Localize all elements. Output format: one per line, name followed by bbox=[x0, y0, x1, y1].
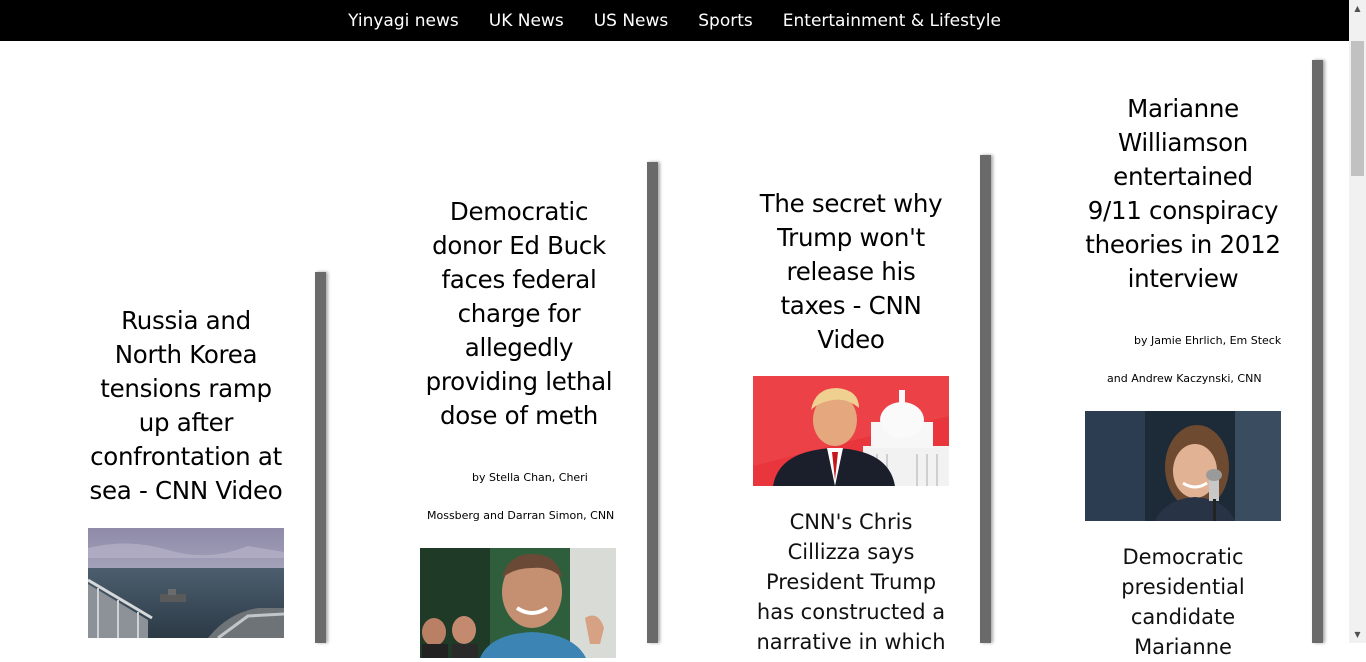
byline-line-1: by Jamie Ehrlich, Em Steck bbox=[1134, 334, 1282, 347]
top-navigation: Yinyagi news UK News US News Sports Ente… bbox=[0, 0, 1349, 41]
byline-line-2: and Andrew Kaczynski, CNN bbox=[1107, 372, 1262, 385]
column-divider bbox=[980, 155, 991, 643]
scroll-up-arrow-icon[interactable]: ▲ bbox=[1349, 0, 1366, 17]
scrollbar-thumb[interactable] bbox=[1351, 41, 1364, 176]
nav-link-uk-news[interactable]: UK News bbox=[489, 11, 564, 31]
article-headline[interactable]: The secret why Trump won't release his t… bbox=[752, 187, 950, 357]
nav-link-sports[interactable]: Sports bbox=[698, 11, 753, 31]
vertical-scrollbar[interactable]: ▲ ▼ bbox=[1349, 0, 1366, 643]
article-headline[interactable]: Democratic donor Ed Buck faces federal c… bbox=[420, 195, 618, 433]
article-card-marianne-williamson[interactable]: Marianne Williamson entertained 9/11 con… bbox=[1084, 92, 1282, 296]
column-divider bbox=[647, 162, 658, 643]
nav-link-entertainment-lifestyle[interactable]: Entertainment & Lifestyle bbox=[783, 11, 1001, 31]
article-summary: CNN's Chris Cillizza says President Trum… bbox=[756, 510, 946, 654]
trump-capitol-image[interactable] bbox=[753, 376, 949, 486]
column-divider bbox=[315, 272, 326, 643]
byline-line-2: Mossberg and Darran Simon, CNN bbox=[427, 509, 615, 522]
byline-line-1: by Stella Chan, Cheri bbox=[472, 471, 588, 484]
column-divider bbox=[1312, 60, 1323, 643]
article-headline[interactable]: Marianne Williamson entertained 9/11 con… bbox=[1084, 92, 1282, 296]
article-summary-container: CNN's Chris Cillizza says President Trum… bbox=[752, 507, 950, 657]
nav-link-us-news[interactable]: US News bbox=[594, 11, 669, 31]
article-card-trump-taxes[interactable]: The secret why Trump won't release his t… bbox=[752, 187, 950, 357]
article-byline: by Jamie Ehrlich, Em Steck and Andrew Ka… bbox=[1084, 322, 1282, 398]
article-summary-container: Democratic presidential candidate Marian… bbox=[1084, 542, 1282, 662]
article-card-russia-north-korea[interactable]: Russia and North Korea tensions ramp up … bbox=[87, 304, 285, 508]
marianne-williamson-photo[interactable] bbox=[1085, 411, 1281, 521]
article-summary: Democratic presidential candidate Marian… bbox=[1121, 545, 1245, 659]
scroll-down-arrow-icon[interactable]: ▼ bbox=[1349, 626, 1366, 643]
article-headline[interactable]: Russia and North Korea tensions ramp up … bbox=[87, 304, 285, 508]
nav-link-yinyagi-news[interactable]: Yinyagi news bbox=[348, 11, 459, 31]
ship-deck-at-sea-image[interactable] bbox=[88, 528, 284, 638]
ed-buck-photo[interactable] bbox=[420, 548, 616, 658]
article-card-ed-buck[interactable]: Democratic donor Ed Buck faces federal c… bbox=[420, 195, 618, 433]
article-byline: by Stella Chan, Cheri Mossberg and Darra… bbox=[420, 459, 618, 535]
